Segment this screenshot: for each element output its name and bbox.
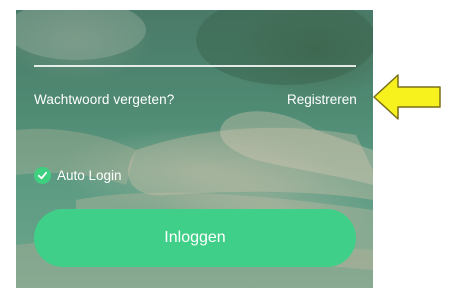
password-field-underline[interactable]: [34, 65, 356, 67]
auto-login-label: Auto Login: [57, 167, 122, 183]
login-button[interactable]: Inloggen: [34, 209, 356, 267]
register-link[interactable]: Registreren: [287, 92, 357, 107]
auto-login-toggle[interactable]: Auto Login: [34, 165, 122, 185]
forgot-password-link[interactable]: Wachtwoord vergeten?: [34, 92, 174, 107]
login-screen: Wachtwoord vergeten? Registreren Auto Lo…: [16, 10, 373, 288]
yellow-arrow-left-icon: [373, 74, 441, 120]
checkmark-icon[interactable]: [34, 166, 51, 184]
